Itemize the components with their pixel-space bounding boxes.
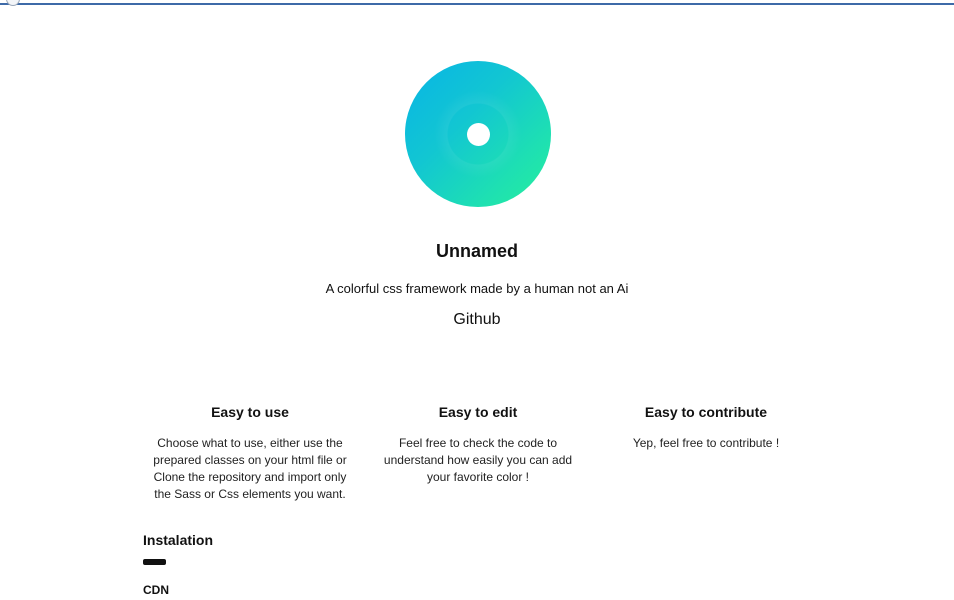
- installation-heading: Instalation: [143, 532, 214, 548]
- logo-icon: [405, 61, 551, 207]
- feature-description: Feel free to check the code to understan…: [383, 436, 573, 484]
- feature-description: Choose what to use, either use the prepa…: [153, 436, 347, 501]
- page-title: Unnamed: [435, 241, 518, 261]
- github-link[interactable]: Github: [453, 311, 500, 328]
- logo-center-dot: [467, 123, 490, 146]
- feature-title: Easy to use: [211, 404, 289, 420]
- feature-title: Easy to edit: [438, 404, 518, 420]
- window-corner-icon: [6, 0, 20, 6]
- feature-description: Yep, feel free to contribute !: [632, 436, 780, 450]
- github-link-container: Github: [0, 311, 954, 329]
- feature-easy-to-use: Easy to use Choose what to use, either u…: [136, 404, 364, 503]
- feature-easy-to-contribute: Easy to contribute Yep, feel free to con…: [592, 404, 820, 503]
- cdn-heading: CDN: [143, 583, 169, 597]
- feature-title: Easy to contribute: [644, 404, 768, 420]
- page: Unnamed A colorful css framework made by…: [0, 0, 954, 600]
- installation-underline-bar: [143, 559, 166, 565]
- features-section: Easy to use Choose what to use, either u…: [136, 404, 820, 503]
- browser-frame-edge: [0, 0, 954, 6]
- feature-easy-to-edit: Easy to edit Feel free to check the code…: [364, 404, 592, 503]
- page-tagline: A colorful css framework made by a human…: [325, 281, 629, 296]
